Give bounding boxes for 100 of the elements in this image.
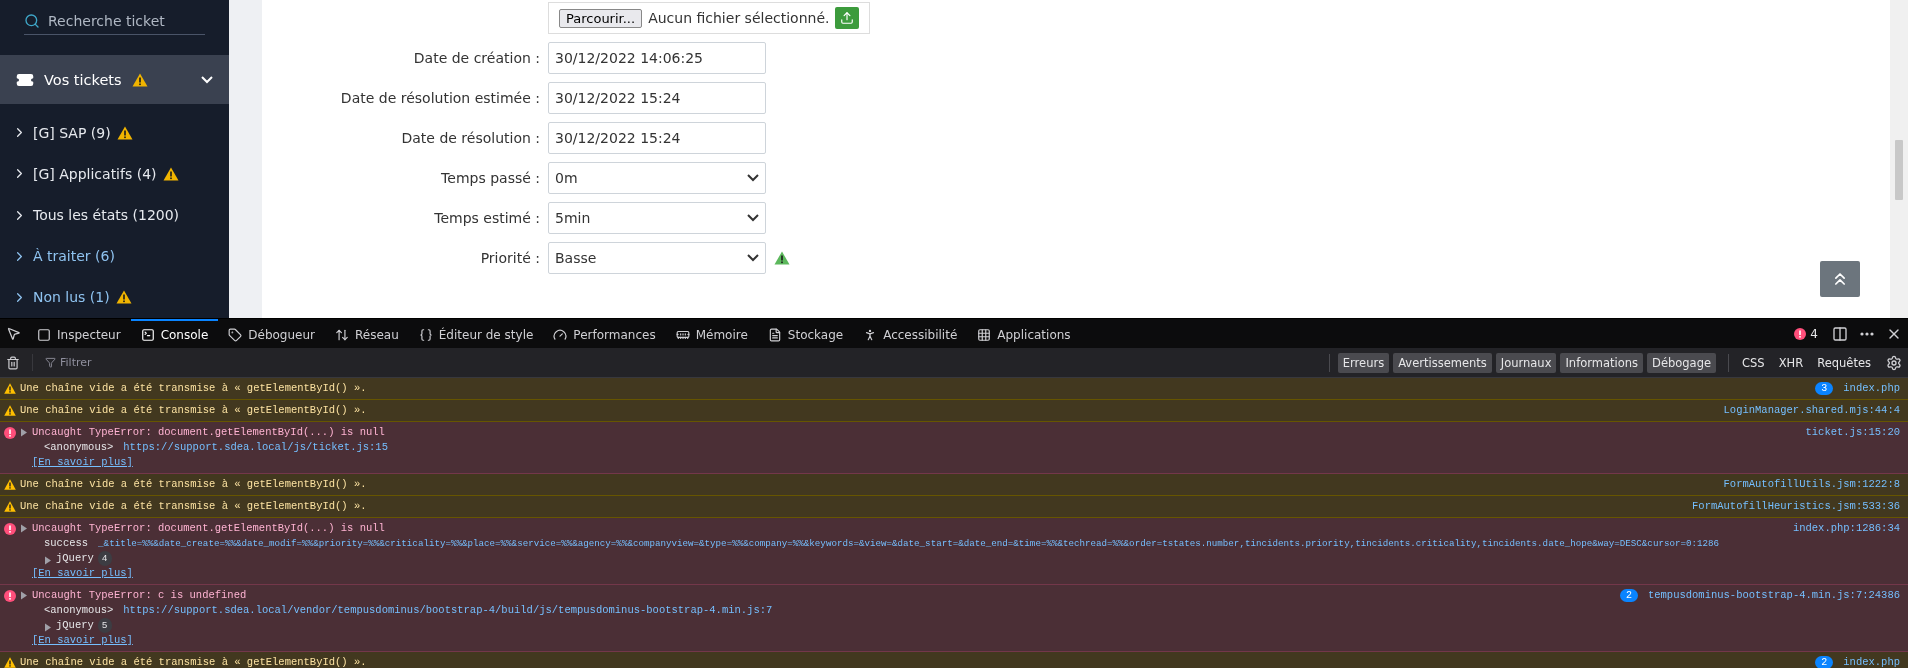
repeat-count: 3 [1815,382,1834,395]
select-field[interactable]: Basse [548,242,766,274]
function-name: success [44,536,89,551]
input-field[interactable]: 30/12/2022 15:24 [548,122,766,154]
sidebar-link[interactable]: [G] Applicatifs (4) [0,153,229,195]
tag-icon [228,327,243,342]
chevron-down-icon [747,214,759,222]
split-panel-icon [1832,325,1848,342]
log-level-filter[interactable]: Informations [1560,352,1644,373]
log-level-filter[interactable]: Erreurs [1337,352,1390,373]
sidebar-link[interactable]: Tous les états (1200) [0,194,229,236]
source-link[interactable]: FormAutofillUtils.jsm:1222:8 [1723,477,1900,492]
input-field[interactable]: 30/12/2022 15:24 [548,82,766,114]
chevron-down-icon [201,75,213,84]
devtools-tab[interactable]: Stockage [757,318,854,349]
function-name: <anonymous> [44,603,114,618]
devtools-tab[interactable]: Débogueur [218,318,325,349]
square-icon [37,327,51,342]
expand-triangle-icon[interactable] [44,555,52,565]
source-link[interactable]: index.php [1843,655,1900,668]
devtools-tab[interactable]: Mémoire [665,318,758,349]
source-link[interactable]: LoginManager.shared.mjs:44:4 [1723,403,1900,418]
error-count: 4 [1810,326,1818,341]
select-field[interactable]: 0m [548,162,766,194]
frame-count: 5 [97,618,112,633]
learn-more-link[interactable]: [En savoir plus] [20,567,133,579]
message-text: Uncaught TypeError: document.getElementById(...) is null [32,425,385,440]
message-text: Uncaught TypeError: c is undefined [32,588,247,603]
ellipsis-icon [1860,331,1874,336]
message-text: Une chaîne vide a été transmise à « getElementById() ». [20,477,367,492]
expand-triangle-icon[interactable] [44,622,52,632]
source-link[interactable]: index.php [1843,381,1900,396]
expand-triangle-icon[interactable] [20,428,28,437]
filter-field[interactable]: Filtrer [60,354,360,371]
field-label: Date de création : [412,50,540,66]
section-title: Vos tickets [44,71,122,88]
stack-group[interactable]: jQuery [44,551,94,566]
stack-group[interactable]: jQuery [44,618,94,633]
field-label: Date de résolution estimée : [339,90,540,106]
gauge-icon [553,327,568,342]
request-filter[interactable]: Requêtes [1812,352,1876,373]
warning-icon [4,383,16,394]
error-icon [4,590,16,602]
devtools-tab[interactable]: Console [130,318,219,349]
pointer-icon [6,326,21,341]
field-label: Priorité : [479,250,540,266]
source-link[interactable]: FormAutofillHeuristics.jsm:533:36 [1692,499,1900,514]
log-level-filter[interactable]: Avertissements [1393,352,1492,373]
warning-icon [4,501,16,512]
upload-icon [840,11,855,25]
terminal-icon [140,327,155,342]
sidebar-section-header[interactable]: Vos tickets [0,55,229,105]
log-level-filter[interactable]: Journaux [1495,352,1557,373]
scrollbar-thumb[interactable] [1895,140,1903,200]
field-label: Temps passé : [440,170,540,186]
request-filter[interactable]: XHR [1773,352,1809,373]
request-filter[interactable]: CSS [1737,352,1770,373]
frame-count: 4 [97,551,112,566]
document-icon [767,327,782,342]
expand-triangle-icon[interactable] [20,524,28,533]
devtools-tab[interactable]: Applications [967,318,1081,349]
log-level-filter[interactable]: Débogage [1647,352,1717,373]
upload-button[interactable] [835,7,860,29]
sidebar-link[interactable]: Non lus (1) [0,276,229,318]
browse-button[interactable]: Parcourir... [559,8,643,28]
message-text: Une chaîne vide a été transmise à « getElementById() ». [20,499,367,514]
warning-icon [4,657,16,668]
field-label: Temps estimé : [433,210,540,226]
input-field[interactable]: 30/12/2022 14:06:25 [548,42,766,74]
devtools-tab[interactable]: Réseau [325,318,409,349]
message-text: Une chaîne vide a été transmise à « getElementById() ». [20,381,367,396]
message-text: Une chaîne vide a été transmise à « getElementById() ». [20,655,367,668]
source-link[interactable]: index.php:1286:34 [1792,521,1900,536]
warning-icon [4,479,16,490]
scroll-to-top-button[interactable] [1820,261,1860,297]
sidebar-link[interactable]: [G] SAP (9) [0,112,229,154]
sidebar-link[interactable]: À traiter (6) [0,235,229,277]
devtools-tab[interactable]: Performances [543,318,666,349]
devtools-tab[interactable]: Éditeur de style [408,318,544,349]
devtools-tab[interactable]: Accessibilité [853,318,968,349]
grid-icon [977,327,992,342]
message-text: Une chaîne vide a été transmise à « getElementById() ». [20,403,367,418]
source-link[interactable]: https://support.sdea.local/vendor/tempusdominus/bootstrap-4/build/js/tempusdominus-bootstrap-4.min.js:7 [123,603,773,618]
chevron-down-icon [747,174,759,182]
error-icon [1794,327,1807,340]
learn-more-link[interactable]: [En savoir plus] [20,456,133,468]
source-link[interactable]: ticket.js:15:20 [1805,425,1900,440]
devtools-tab[interactable]: Inspecteur [27,318,131,349]
repeat-count: 2 [1619,589,1638,602]
source-link[interactable]: https://support.sdea.local/js/ticket.js:15 [123,440,388,455]
learn-more-link[interactable]: [En savoir plus] [20,634,133,646]
search-field[interactable]: Recherche ticket [48,11,198,32]
chevron-down-icon [747,254,759,262]
source-link[interactable]: _&title=%%&date_create=%%&date_modif=%%&priority=%%&criticality=%%&place=%%&service=%%&agency=%%&companyview=&type=%%&company=%%&keywords=&view=&date_start=&date_end=&time=%%&techread=%%&order=tstates.number,tincidents.priority,tincidents.criticality,tincidents.date_hope&way=DESC&cursor=0:1286 [98,536,1720,551]
source-link[interactable]: tempusdominus-bootstrap-4.min.js:7:24386 [1647,588,1900,603]
up-down-arrows-icon [335,327,349,342]
select-field[interactable]: 5min [548,202,766,234]
error-icon [4,523,16,535]
error-icon [4,427,16,439]
expand-triangle-icon[interactable] [20,591,28,600]
